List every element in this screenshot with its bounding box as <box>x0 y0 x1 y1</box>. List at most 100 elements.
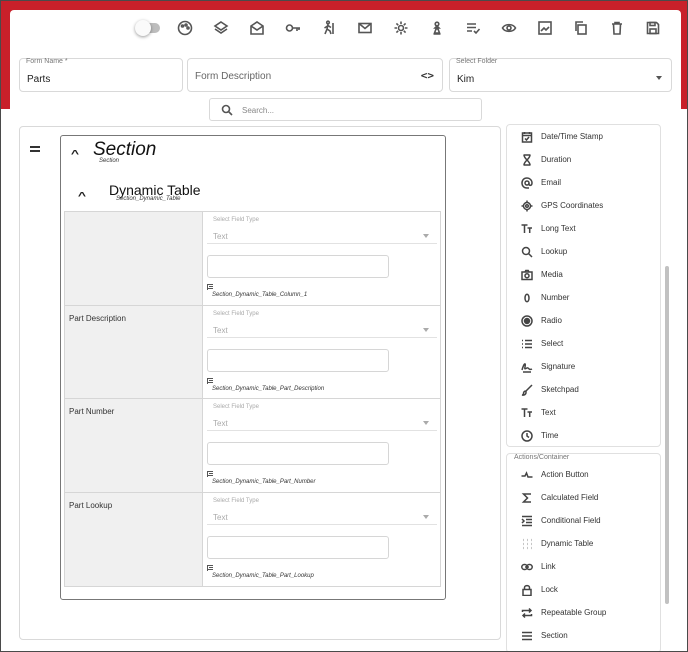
field-type-number[interactable]: Number <box>507 287 660 309</box>
column-text-input[interactable] <box>207 255 389 278</box>
field-type-media[interactable]: Media <box>507 264 660 286</box>
action-item-link[interactable]: Link <box>507 556 660 578</box>
zero-icon <box>521 292 533 304</box>
field-type-long-text[interactable]: Long Text <box>507 218 660 240</box>
chevron-down-icon <box>423 421 429 425</box>
chevron-down-icon <box>656 76 662 80</box>
toolbar <box>131 15 671 41</box>
action-label: Dynamic Table <box>541 539 594 548</box>
list-check-icon[interactable] <box>455 15 491 41</box>
action-icon <box>521 469 533 481</box>
section-collapse-icon[interactable]: ^ <box>71 149 79 160</box>
field-type-label: Sketchpad <box>541 385 579 394</box>
field-type-select[interactable]: Select Field Type Text <box>207 497 437 525</box>
field-name: Section_Dynamic_Table_Column_1 <box>207 284 307 298</box>
image-icon[interactable] <box>527 15 563 41</box>
action-label: Link <box>541 562 556 571</box>
action-item-section[interactable]: Section <box>507 625 660 647</box>
form-name-value: Parts <box>27 74 51 85</box>
search-input[interactable] <box>242 103 462 117</box>
dynamic-table-subtitle: Section_Dynamic_Table <box>116 196 181 202</box>
text-size-icon <box>521 223 533 235</box>
field-type-radio[interactable]: Radio <box>507 310 660 332</box>
field-type-label: Text <box>541 408 556 417</box>
actions-container-panel: Actions/Container Action Button Calculat… <box>506 453 661 651</box>
field-name-icon <box>207 284 213 290</box>
field-type-label: Lookup <box>541 247 568 256</box>
copy-icon[interactable] <box>563 15 599 41</box>
field-type-email[interactable]: Email <box>507 172 660 194</box>
chevron-down-icon <box>423 234 429 238</box>
field-type-value: Text <box>213 512 228 522</box>
lock-icon <box>521 584 533 596</box>
action-label: Calculated Field <box>541 493 599 502</box>
field-name: Section_Dynamic_Table_Part_Number <box>207 471 316 485</box>
column-label-cell: Part Number <box>65 399 203 492</box>
column-label: Part Lookup <box>69 500 113 510</box>
field-type-datetime-stamp[interactable]: Date/Time Stamp <box>507 126 660 148</box>
folder-select[interactable]: Select Folder Kim <box>449 58 672 92</box>
gear-icon[interactable] <box>383 15 419 41</box>
field-type-duration[interactable]: Duration <box>507 149 660 171</box>
mail-icon[interactable] <box>347 15 383 41</box>
action-item-repeatable-group[interactable]: Repeatable Group <box>507 602 660 624</box>
field-name-icon <box>207 564 213 571</box>
action-item-action-button[interactable]: Action Button <box>507 464 660 486</box>
action-item-lock[interactable]: Lock <box>507 579 660 601</box>
window-frame: Form Name * Parts Form Description <> Se… <box>0 0 688 652</box>
trash-icon[interactable] <box>599 15 635 41</box>
field-type-gps-coordinates[interactable]: GPS Coordinates <box>507 195 660 217</box>
field-type-label: Select Field Type <box>213 310 259 317</box>
field-type-lookup[interactable]: Lookup <box>507 241 660 263</box>
form-description-field[interactable]: Form Description <> <box>187 58 443 92</box>
folder-select-label: Select Folder <box>456 58 498 65</box>
field-name: Section_Dynamic_Table_Part_Lookup <box>207 564 314 579</box>
action-item-dynamic-table[interactable]: Dynamic Table <box>507 533 660 555</box>
drag-handle-icon[interactable] <box>30 146 40 152</box>
field-type-signature[interactable]: Signature <box>507 356 660 378</box>
field-type-select[interactable]: Select Field Type Text <box>207 403 437 431</box>
code-icon[interactable]: <> <box>421 69 434 82</box>
brush-icon <box>521 384 533 396</box>
sigma-icon <box>521 492 533 504</box>
column-text-input[interactable] <box>207 348 389 372</box>
actions-container-header: Actions/Container <box>514 454 570 461</box>
eye-icon[interactable] <box>491 15 527 41</box>
field-type-sketchpad[interactable]: Sketchpad <box>507 379 660 401</box>
field-type-text[interactable]: Text <box>507 402 660 424</box>
field-type-value: Text <box>213 419 228 428</box>
section-icon <box>521 630 533 642</box>
field-type-label: Media <box>541 270 563 279</box>
action-label: Repeatable Group <box>541 608 607 617</box>
section-subtitle: Section <box>99 158 120 164</box>
field-type-select[interactable]: Select Field Type Text <box>207 310 437 338</box>
action-item-conditional-field[interactable]: Conditional Field <box>507 510 660 532</box>
form-name-field[interactable]: Form Name * Parts <box>19 58 183 92</box>
dynamic-table-collapse-icon[interactable]: ^ <box>78 191 86 202</box>
field-type-time[interactable]: Time <box>507 425 660 447</box>
folder-select-value: Kim <box>457 74 475 85</box>
save-icon[interactable] <box>635 15 671 41</box>
panel-scrollbar[interactable] <box>665 266 669 604</box>
field-type-select[interactable]: Select <box>507 333 660 355</box>
key-icon[interactable] <box>275 15 311 41</box>
mail-open-icon[interactable] <box>239 15 275 41</box>
action-item-calculated-field[interactable]: Calculated Field <box>507 487 660 509</box>
chess-pawn-icon[interactable] <box>419 15 455 41</box>
toggle-switch[interactable] <box>131 15 167 41</box>
column-text-input[interactable] <box>207 442 389 465</box>
field-type-label: Duration <box>541 155 572 164</box>
palette-icon[interactable] <box>167 15 203 41</box>
field-type-label: Select <box>541 339 564 348</box>
grid-dots-icon <box>521 538 533 550</box>
field-type-label: Date/Time Stamp <box>541 132 603 141</box>
field-type-select[interactable]: Select Field Type Text <box>207 216 437 244</box>
layers-icon[interactable] <box>203 15 239 41</box>
person-walk-icon[interactable] <box>311 15 347 41</box>
search-box[interactable] <box>209 98 482 121</box>
chevron-down-icon <box>423 327 429 332</box>
column-text-input[interactable] <box>207 535 389 559</box>
repeat-icon <box>521 607 533 619</box>
action-label: Action Button <box>541 470 589 479</box>
field-name-icon <box>207 377 213 384</box>
